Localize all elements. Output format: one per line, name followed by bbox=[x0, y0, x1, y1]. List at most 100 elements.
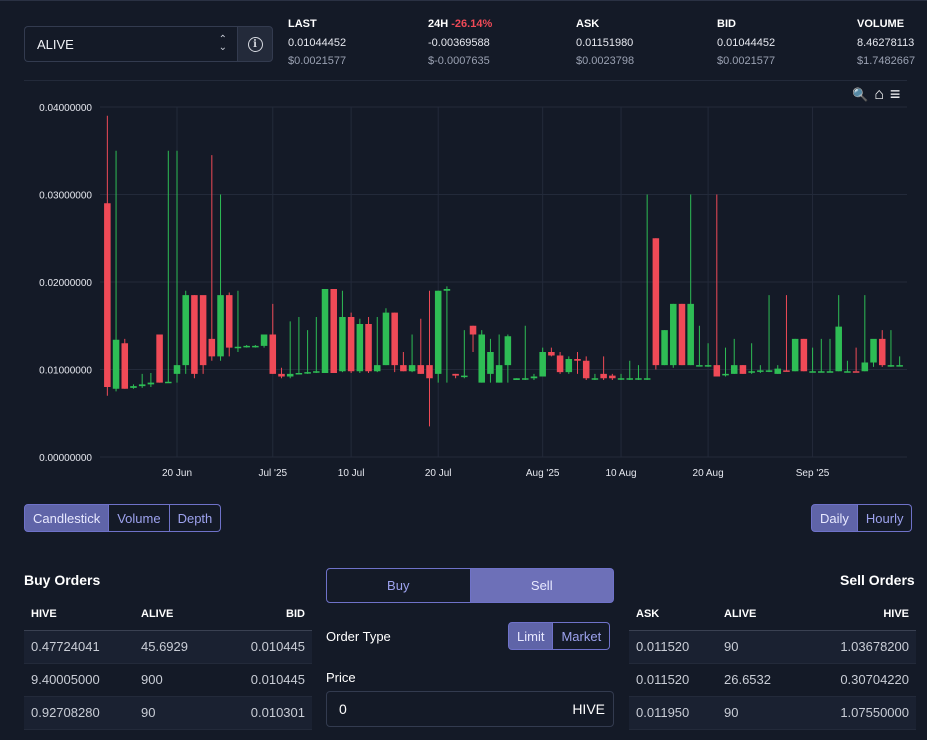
depth-button[interactable]: Depth bbox=[169, 504, 222, 532]
sell-orders-title: Sell Orders bbox=[840, 572, 915, 588]
stat-value: 0.01151980 bbox=[576, 37, 634, 49]
limit-button[interactable]: Limit bbox=[508, 622, 554, 650]
candle-body bbox=[478, 334, 485, 383]
candle-body bbox=[722, 373, 729, 376]
buy-tab[interactable]: Buy bbox=[326, 568, 471, 603]
stat-usd: $0.0021577 bbox=[288, 55, 347, 67]
pair-select[interactable]: ALIVE ⌃ ⌄ bbox=[24, 26, 237, 62]
volume-button[interactable]: Volume bbox=[109, 504, 170, 532]
candle-body bbox=[539, 352, 546, 377]
candle-body bbox=[696, 365, 703, 367]
candle-body bbox=[234, 346, 242, 349]
table-row[interactable]: 0.011950 90 1.07550000 bbox=[629, 696, 916, 730]
candle-body bbox=[765, 370, 773, 372]
candle-body bbox=[400, 365, 407, 372]
column-header: HIVE bbox=[801, 598, 916, 631]
candle-body bbox=[182, 295, 189, 366]
candlestick-chart[interactable]: 0.00000000 0.01000000 0.02000000 0.03000000… bbox=[0, 95, 927, 495]
candle-body bbox=[748, 371, 755, 373]
candle-body bbox=[896, 365, 903, 367]
y-tick-label: 0.03000000 bbox=[39, 191, 92, 202]
column-header: ALIVE bbox=[717, 598, 802, 631]
candle-body bbox=[513, 378, 520, 380]
y-tick-label: 0.01000000 bbox=[39, 366, 92, 377]
stat-label: LAST bbox=[288, 18, 317, 30]
x-tick-label: Jul '25 bbox=[258, 468, 287, 479]
stat-value: 8.46278113 bbox=[857, 37, 915, 49]
table-row[interactable]: 0.92708280 90 0.010301 bbox=[24, 696, 312, 730]
candle-body bbox=[504, 336, 512, 366]
candle-body bbox=[861, 362, 869, 372]
candle-body bbox=[138, 384, 146, 387]
column-header: HIVE bbox=[24, 598, 134, 631]
candle-body bbox=[269, 334, 277, 374]
daily-button[interactable]: Daily bbox=[811, 504, 858, 532]
interval-toggle: Daily Hourly bbox=[811, 504, 913, 532]
stat-usd: $0.0023798 bbox=[576, 55, 635, 67]
chart-mode-toggle: Candlestick Volume Depth bbox=[24, 504, 222, 532]
sell-tab[interactable]: Sell bbox=[470, 568, 614, 603]
candle-body bbox=[208, 338, 216, 357]
candle-body bbox=[356, 324, 364, 372]
candlestick-button[interactable]: Candlestick bbox=[24, 504, 110, 532]
pair-select-value: ALIVE bbox=[37, 36, 74, 52]
price-value: 0 bbox=[339, 701, 347, 717]
table-row[interactable]: 0.011520 90 1.03678200 bbox=[629, 630, 916, 664]
stat-ask: ASK 0.01151980 $0.0023798 bbox=[576, 18, 634, 69]
x-tick-label: Sep '25 bbox=[796, 468, 830, 479]
candle-body bbox=[704, 365, 712, 367]
candle-body bbox=[469, 325, 477, 335]
candle-body bbox=[278, 373, 285, 377]
stat-label: VOLUME bbox=[857, 18, 905, 30]
buy-orders-title: Buy Orders bbox=[24, 572, 101, 588]
market-button[interactable]: Market bbox=[553, 622, 611, 650]
x-tick-label: 20 Jun bbox=[162, 468, 192, 479]
candle-body bbox=[626, 378, 634, 380]
candle-body bbox=[652, 238, 660, 366]
candle-body bbox=[330, 289, 337, 373]
candle-body bbox=[347, 317, 355, 372]
stat-24h: 24H -26.14% -0.00369588 $-0.0007635 bbox=[428, 18, 492, 69]
x-tick-label: 20 Jul bbox=[425, 468, 452, 479]
cell-hive: 0.47724041 bbox=[24, 630, 134, 664]
stat-bid: BID 0.01044452 $0.0021577 bbox=[717, 18, 775, 69]
table-row[interactable]: 0.47724041 45.6929 0.010445 bbox=[24, 630, 312, 664]
stat-usd: $-0.0007635 bbox=[428, 55, 490, 67]
candle-body bbox=[530, 376, 538, 379]
stat-value: 0.01044452 bbox=[717, 37, 776, 49]
order-type-label: Order Type bbox=[326, 629, 391, 644]
candle-body bbox=[643, 378, 651, 380]
candle-body bbox=[844, 371, 851, 373]
candle-body bbox=[670, 303, 677, 366]
candle-body bbox=[609, 375, 616, 379]
info-button[interactable]: i bbox=[237, 26, 273, 62]
candle-body bbox=[304, 372, 311, 374]
hourly-button[interactable]: Hourly bbox=[857, 504, 913, 532]
candle-body bbox=[687, 303, 694, 366]
table-row[interactable]: 0.011520 26.6532 0.30704220 bbox=[629, 663, 916, 697]
stat-change: -26.14% bbox=[451, 18, 493, 30]
column-header: ALIVE bbox=[134, 598, 219, 631]
price-input[interactable]: 0 HIVE bbox=[326, 691, 614, 727]
candle-body bbox=[191, 295, 198, 374]
cell-hive: 0.30704220 bbox=[801, 663, 916, 697]
candle-body bbox=[574, 359, 581, 361]
buy-sell-toggle: Buy Sell bbox=[326, 568, 614, 603]
candle-body bbox=[548, 352, 555, 356]
candle-body bbox=[757, 370, 764, 372]
stat-value: 0.01044452 bbox=[288, 37, 347, 49]
candle-body bbox=[147, 382, 155, 385]
cell-bid: 0.010445 bbox=[218, 663, 312, 697]
stat-usd: $1.7482667 bbox=[857, 55, 916, 67]
candle-body bbox=[243, 345, 250, 348]
cell-alive: 90 bbox=[717, 696, 802, 730]
stat-label: BID bbox=[717, 18, 736, 30]
candle-body bbox=[565, 359, 573, 373]
candle-body bbox=[826, 371, 834, 373]
candle-body bbox=[582, 360, 590, 379]
sell-orders-table: ASK ALIVE HIVE 0.011520 90 1.03678200 0.… bbox=[629, 598, 916, 730]
table-row[interactable]: 9.40005000 900 0.010445 bbox=[24, 663, 312, 697]
cell-hive: 1.03678200 bbox=[801, 630, 916, 664]
cell-alive: 900 bbox=[134, 663, 219, 697]
candle-body bbox=[800, 338, 808, 372]
